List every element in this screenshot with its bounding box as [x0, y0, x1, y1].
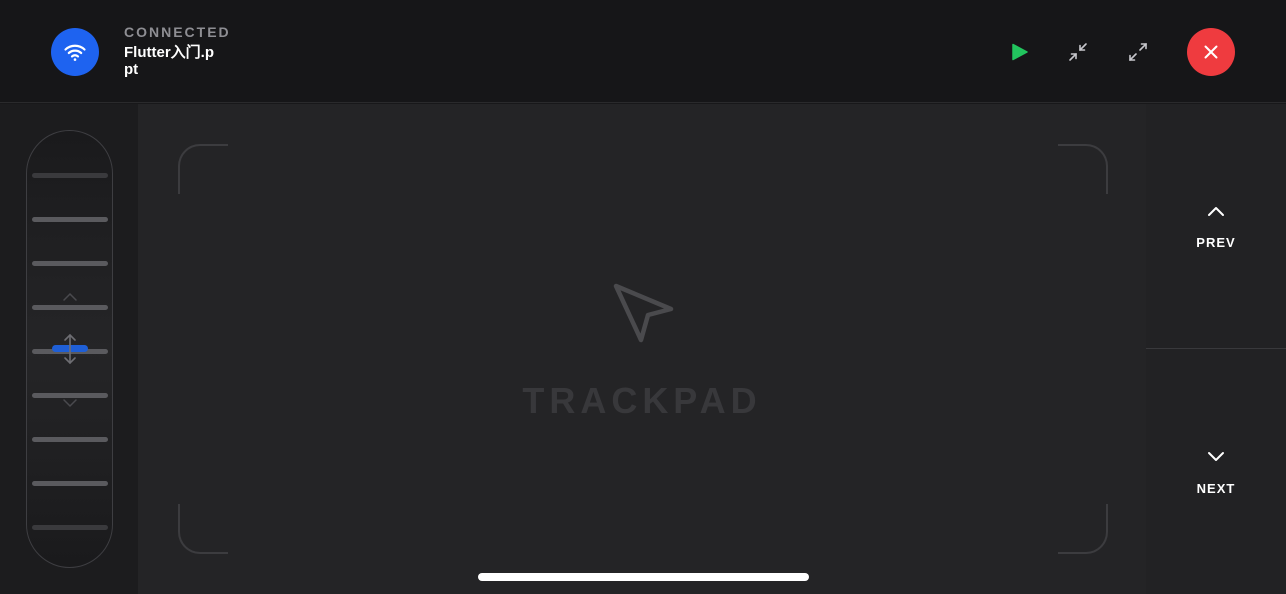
wheel-tick — [32, 305, 108, 310]
vertical-arrows-icon — [55, 333, 85, 365]
wheel-tick — [32, 261, 108, 266]
wheel-tick — [32, 481, 108, 486]
close-button[interactable] — [1187, 28, 1235, 76]
connection-button[interactable] — [51, 28, 99, 76]
trackpad-area[interactable]: TRACKPAD — [138, 104, 1146, 594]
close-icon — [1204, 45, 1218, 59]
next-label: NEXT — [1196, 481, 1236, 496]
chevron-down-icon — [55, 395, 85, 411]
wheel-tick — [32, 173, 108, 178]
header-bar: CONNECTED Flutter入门.ppt — [0, 0, 1286, 103]
trackpad-corner — [178, 144, 228, 194]
chevron-up-icon — [55, 289, 85, 305]
prev-button[interactable]: PREV — [1146, 104, 1286, 349]
expand-icon — [1129, 43, 1147, 61]
wheel-tick — [32, 217, 108, 222]
trackpad-corner — [1058, 504, 1108, 554]
collapse-icon — [1069, 43, 1087, 61]
play-button[interactable] — [1005, 38, 1033, 66]
collapse-button[interactable] — [1064, 38, 1092, 66]
wheel-tick — [32, 437, 108, 442]
wifi-icon — [64, 44, 86, 61]
cursor-icon — [613, 283, 674, 343]
trackpad-corner — [178, 504, 228, 554]
prev-label: PREV — [1196, 235, 1236, 250]
scroll-wheel[interactable] — [26, 130, 113, 568]
next-button[interactable]: NEXT — [1146, 350, 1286, 594]
scroll-panel — [0, 104, 138, 594]
expand-button[interactable] — [1124, 38, 1152, 66]
wheel-tick — [32, 525, 108, 530]
play-icon — [1012, 43, 1028, 61]
chevron-up-icon — [1205, 200, 1227, 222]
connection-status: CONNECTED — [124, 24, 231, 40]
chevron-down-icon — [1205, 446, 1227, 468]
file-name: Flutter入门.ppt — [124, 44, 214, 78]
home-indicator[interactable] — [478, 573, 809, 581]
trackpad-label: TRACKPAD — [522, 380, 762, 421]
slide-nav-panel: PREV NEXT — [1146, 104, 1286, 594]
trackpad-corner — [1058, 144, 1108, 194]
